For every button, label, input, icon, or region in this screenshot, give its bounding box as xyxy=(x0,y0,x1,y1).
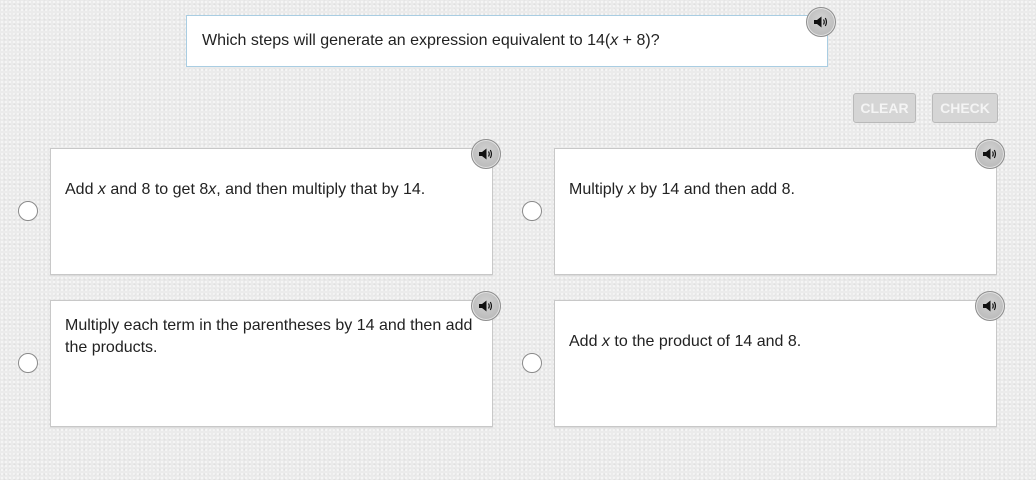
choice-card-2[interactable]: Multiply x by 14 and then add 8. xyxy=(554,148,997,275)
speaker-icon xyxy=(479,148,493,160)
choice-audio-button-4[interactable] xyxy=(975,291,1005,321)
choice-audio-button-3[interactable] xyxy=(471,291,501,321)
choice-text-1: Add x and 8 to get 8x, and then multiply… xyxy=(65,181,426,198)
question-audio-button[interactable] xyxy=(806,7,836,37)
speaker-icon xyxy=(479,300,493,312)
speaker-icon xyxy=(814,16,828,28)
choice-text-2: Multiply x by 14 and then add 8. xyxy=(569,181,795,198)
check-button[interactable]: CHECK xyxy=(932,93,998,123)
speaker-icon xyxy=(983,300,997,312)
clear-button[interactable]: CLEAR xyxy=(853,93,916,123)
choice-radio-1[interactable] xyxy=(18,201,38,221)
choice-audio-button-2[interactable] xyxy=(975,139,1005,169)
choice-audio-button-1[interactable] xyxy=(471,139,501,169)
choice-card-3[interactable]: Multiply each term in the parentheses by… xyxy=(50,300,493,427)
choice-text-3: Multiply each term in the parentheses by… xyxy=(65,317,473,356)
choice-radio-3[interactable] xyxy=(18,353,38,373)
question-box: Which steps will generate an expression … xyxy=(186,15,828,67)
choice-radio-4[interactable] xyxy=(522,353,542,373)
choice-card-1[interactable]: Add x and 8 to get 8x, and then multiply… xyxy=(50,148,493,275)
choice-text-4: Add x to the product of 14 and 8. xyxy=(569,333,802,350)
speaker-icon xyxy=(983,148,997,160)
choice-radio-2[interactable] xyxy=(522,201,542,221)
choice-card-4[interactable]: Add x to the product of 14 and 8. xyxy=(554,300,997,427)
question-text: Which steps will generate an expression … xyxy=(202,32,660,49)
